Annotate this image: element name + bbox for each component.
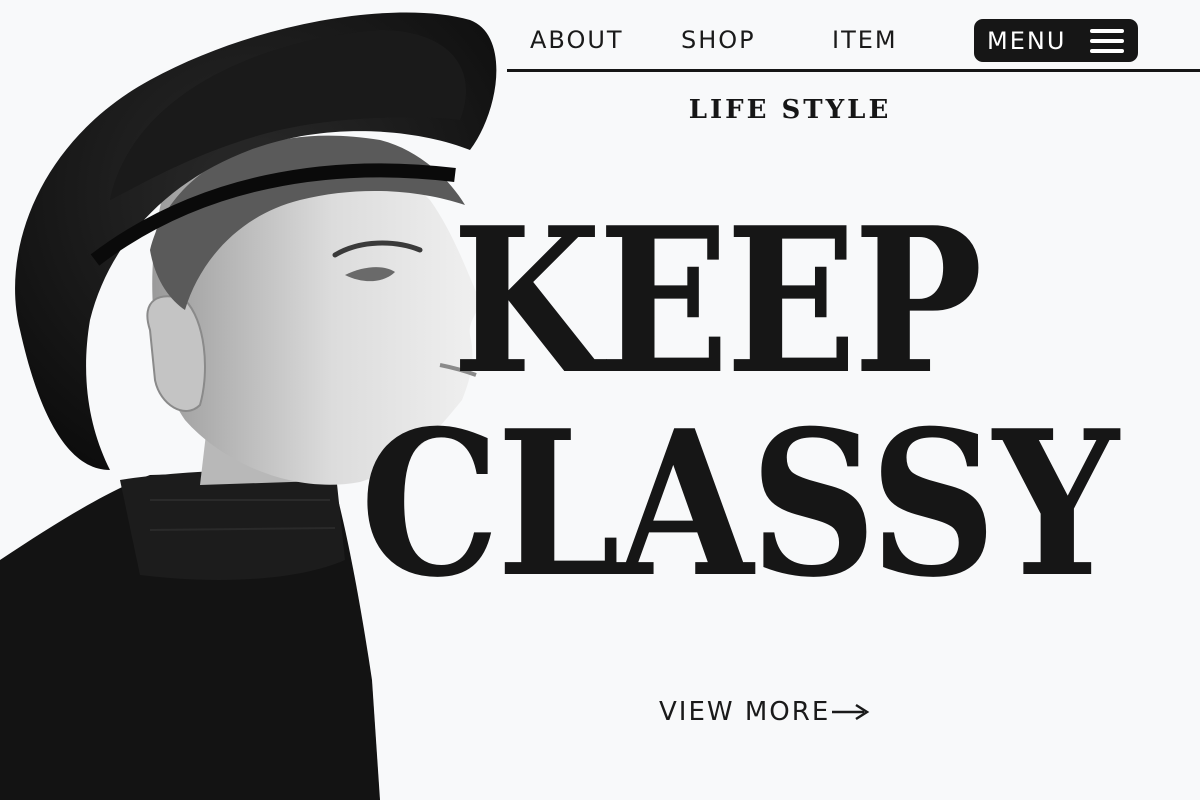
hero-headline-line1: KEEP	[452, 184, 983, 419]
nav-link-about[interactable]: ABOUT	[530, 26, 624, 54]
nav-link-shop[interactable]: SHOP	[681, 26, 756, 54]
hero-headline-line2: CLASSY	[360, 387, 1119, 622]
menu-button-label: MENU	[987, 27, 1067, 55]
nav-link-item[interactable]: ITEM	[832, 26, 898, 54]
hero-eyebrow: LIFE STYLE	[688, 95, 892, 125]
view-more-label: VIEW MORE	[659, 697, 831, 727]
arrow-right-icon	[832, 703, 870, 721]
nav-divider	[507, 69, 1200, 72]
view-more-link[interactable]: VIEW MORE	[659, 697, 870, 727]
menu-button[interactable]: MENU	[974, 19, 1138, 62]
hamburger-icon	[1090, 29, 1124, 53]
